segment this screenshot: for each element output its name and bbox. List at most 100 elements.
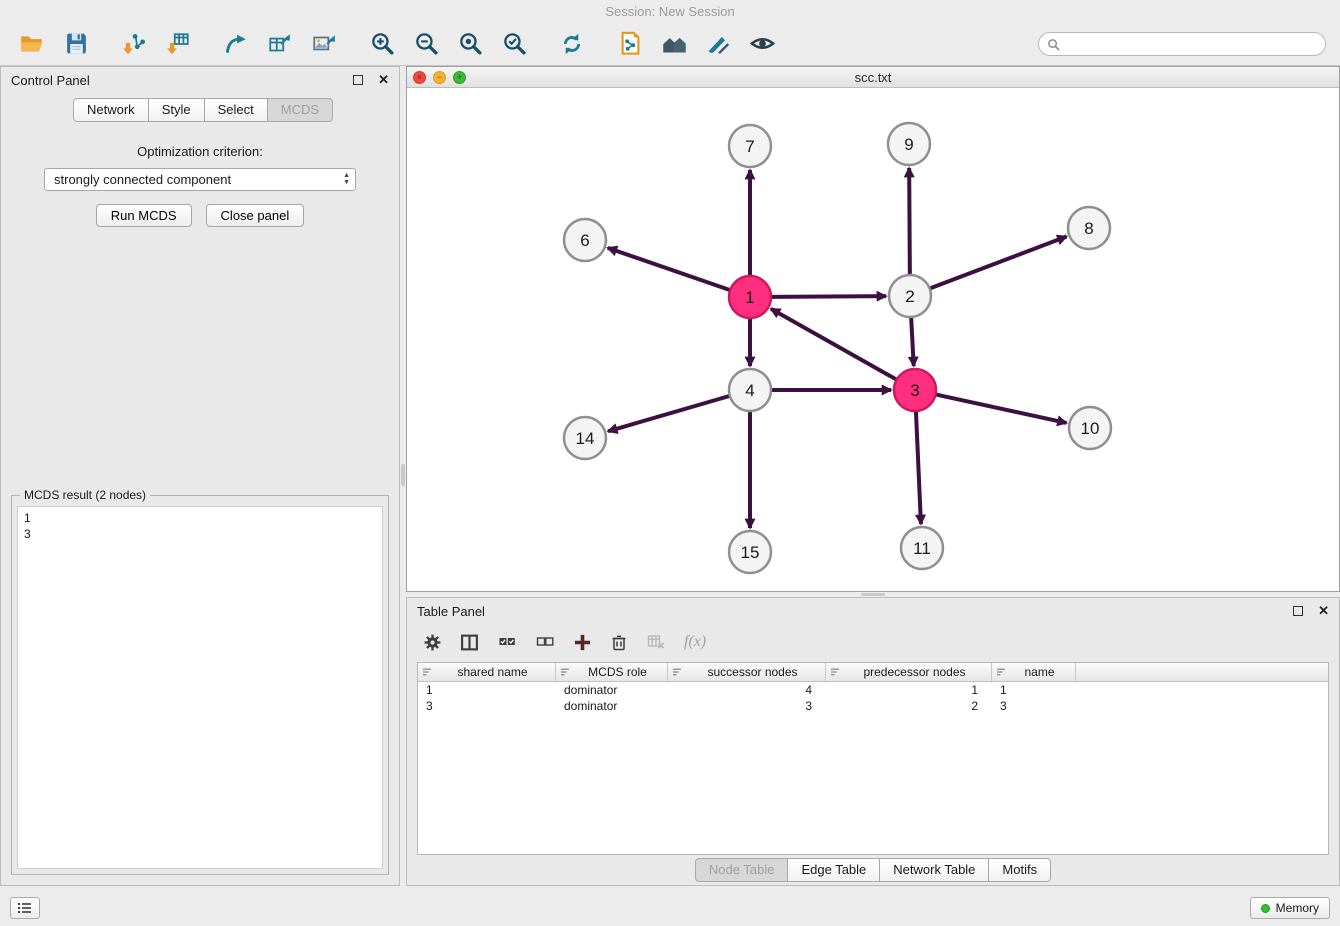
float-panel-icon[interactable] (353, 75, 363, 85)
graph-node-11[interactable]: 11 (901, 527, 943, 569)
save-session-button[interactable] (58, 27, 94, 61)
close-panel-icon[interactable]: ✕ (1318, 603, 1329, 619)
memory-button[interactable]: Memory (1250, 897, 1330, 919)
apply-style-button[interactable] (700, 27, 736, 61)
graph-edge-4-14[interactable] (608, 396, 730, 431)
column-header-shared-name[interactable]: shared name (418, 663, 556, 681)
table-cell[interactable]: 2 (826, 698, 992, 714)
tab-motifs[interactable]: Motifs (989, 858, 1051, 882)
tab-mcds[interactable]: MCDS (268, 98, 333, 122)
open-folder-icon (19, 31, 45, 57)
graph-edge-2-3[interactable] (911, 317, 914, 366)
tab-style[interactable]: Style (149, 98, 205, 122)
export-table-button[interactable] (262, 27, 298, 61)
graph-edge-3-11[interactable] (916, 411, 921, 524)
tab-select[interactable]: Select (205, 98, 268, 122)
create-column-button[interactable] (573, 633, 592, 652)
mcds-result-title: MCDS result (2 nodes) (20, 488, 150, 502)
graph-node-9[interactable]: 9 (888, 123, 930, 165)
criterion-dropdown[interactable]: strongly connected component ▲▼ (44, 168, 356, 191)
window-minimize-icon[interactable]: − (433, 71, 446, 84)
zoom-selected-button[interactable] (496, 27, 532, 61)
show-columns-button[interactable] (460, 633, 479, 652)
graph-node-8[interactable]: 8 (1068, 207, 1110, 249)
zoom-out-button[interactable] (408, 27, 444, 61)
column-header-MCDS-role[interactable]: MCDS role (556, 663, 668, 681)
tab-node-table[interactable]: Node Table (695, 858, 789, 882)
table-settings-button[interactable] (423, 633, 442, 652)
splitter-handle[interactable] (401, 464, 405, 486)
graph-node-1[interactable]: 1 (729, 276, 771, 318)
horizontal-splitter[interactable] (406, 592, 1340, 597)
column-header-name[interactable]: name (992, 663, 1076, 681)
select-all-columns-button[interactable] (497, 633, 517, 651)
import-network-button[interactable] (116, 27, 152, 61)
network-home-button[interactable] (656, 27, 692, 61)
graph-edge-1-2[interactable] (771, 296, 886, 297)
export-network-button[interactable] (218, 27, 254, 61)
table-cell[interactable]: 1 (826, 682, 992, 698)
graph-node-15[interactable]: 15 (729, 531, 771, 573)
tab-network-table[interactable]: Network Table (880, 858, 989, 882)
column-header-successor-nodes[interactable]: successor nodes (668, 663, 826, 681)
close-panel-button[interactable]: Close panel (206, 204, 305, 227)
graph-edge-1-6[interactable] (608, 248, 730, 290)
delete-table-button[interactable] (646, 633, 666, 651)
search-icon (1047, 38, 1060, 56)
graph-node-2[interactable]: 2 (889, 275, 931, 317)
graph-node-14[interactable]: 14 (564, 417, 606, 459)
function-builder-button[interactable]: f(x) (684, 633, 706, 651)
zoom-fit-button[interactable] (452, 27, 488, 61)
table-cell[interactable]: 1 (992, 682, 1076, 698)
svg-text:2: 2 (905, 287, 914, 306)
deselect-all-icon (535, 633, 555, 651)
table-row[interactable]: 3dominator323 (418, 698, 1328, 714)
graph-node-4[interactable]: 4 (729, 369, 771, 411)
graph-edge-2-8[interactable] (930, 237, 1067, 289)
open-network-document-button[interactable] (612, 27, 648, 61)
run-mcds-button[interactable]: Run MCDS (96, 204, 192, 227)
import-table-button[interactable] (160, 27, 196, 61)
graph-edge-3-1[interactable] (771, 309, 897, 380)
zoom-in-button[interactable] (364, 27, 400, 61)
window-zoom-icon[interactable]: + (453, 71, 466, 84)
table-cell[interactable]: 1 (418, 682, 556, 698)
criterion-dropdown-value: strongly connected component (54, 172, 231, 187)
graph-node-6[interactable]: 6 (564, 219, 606, 261)
tab-network[interactable]: Network (73, 98, 149, 122)
dropdown-stepper-icon: ▲▼ (343, 172, 350, 186)
network-canvas[interactable]: 7 9 6 8 1 2 4 3 14 10 15 11 (407, 88, 1339, 591)
search-input[interactable] (1038, 32, 1326, 56)
table-cell[interactable]: dominator (556, 698, 668, 714)
table-cell[interactable]: 3 (418, 698, 556, 714)
open-session-button[interactable] (14, 27, 50, 61)
tab-edge-table[interactable]: Edge Table (788, 858, 880, 882)
table-cell[interactable]: 4 (668, 682, 826, 698)
graph-edge-3-10[interactable] (936, 394, 1067, 422)
graph-edge-2-9[interactable] (909, 168, 910, 275)
deselect-all-columns-button[interactable] (535, 633, 555, 651)
optimization-criterion-label: Optimization criterion: (1, 144, 399, 159)
graph-node-10[interactable]: 10 (1069, 407, 1111, 449)
automation-panel-button[interactable] (10, 897, 40, 919)
export-image-button[interactable] (306, 27, 342, 61)
graph-node-7[interactable]: 7 (729, 125, 771, 167)
table-cell[interactable]: 3 (992, 698, 1076, 714)
mcds-result-list[interactable]: 1 3 (17, 506, 383, 869)
graph-node-3[interactable]: 3 (894, 369, 936, 411)
svg-text:11: 11 (913, 539, 931, 558)
window-close-icon[interactable]: × (413, 71, 426, 84)
table-cell[interactable]: dominator (556, 682, 668, 698)
float-panel-icon[interactable] (1293, 606, 1303, 616)
delete-column-button[interactable] (610, 633, 628, 652)
show-hide-graphics-button[interactable] (744, 27, 780, 61)
splitter-handle[interactable] (861, 593, 885, 596)
close-panel-icon[interactable]: ✕ (378, 72, 389, 88)
table-cell[interactable]: 3 (668, 698, 826, 714)
apply-layout-button[interactable] (554, 27, 590, 61)
vertical-splitter[interactable] (400, 66, 406, 886)
status-bar: Memory (0, 890, 1340, 926)
node-table-body: 1dominator4113dominator323 (418, 682, 1328, 714)
table-row[interactable]: 1dominator411 (418, 682, 1328, 698)
column-header-predecessor-nodes[interactable]: predecessor nodes (826, 663, 992, 681)
